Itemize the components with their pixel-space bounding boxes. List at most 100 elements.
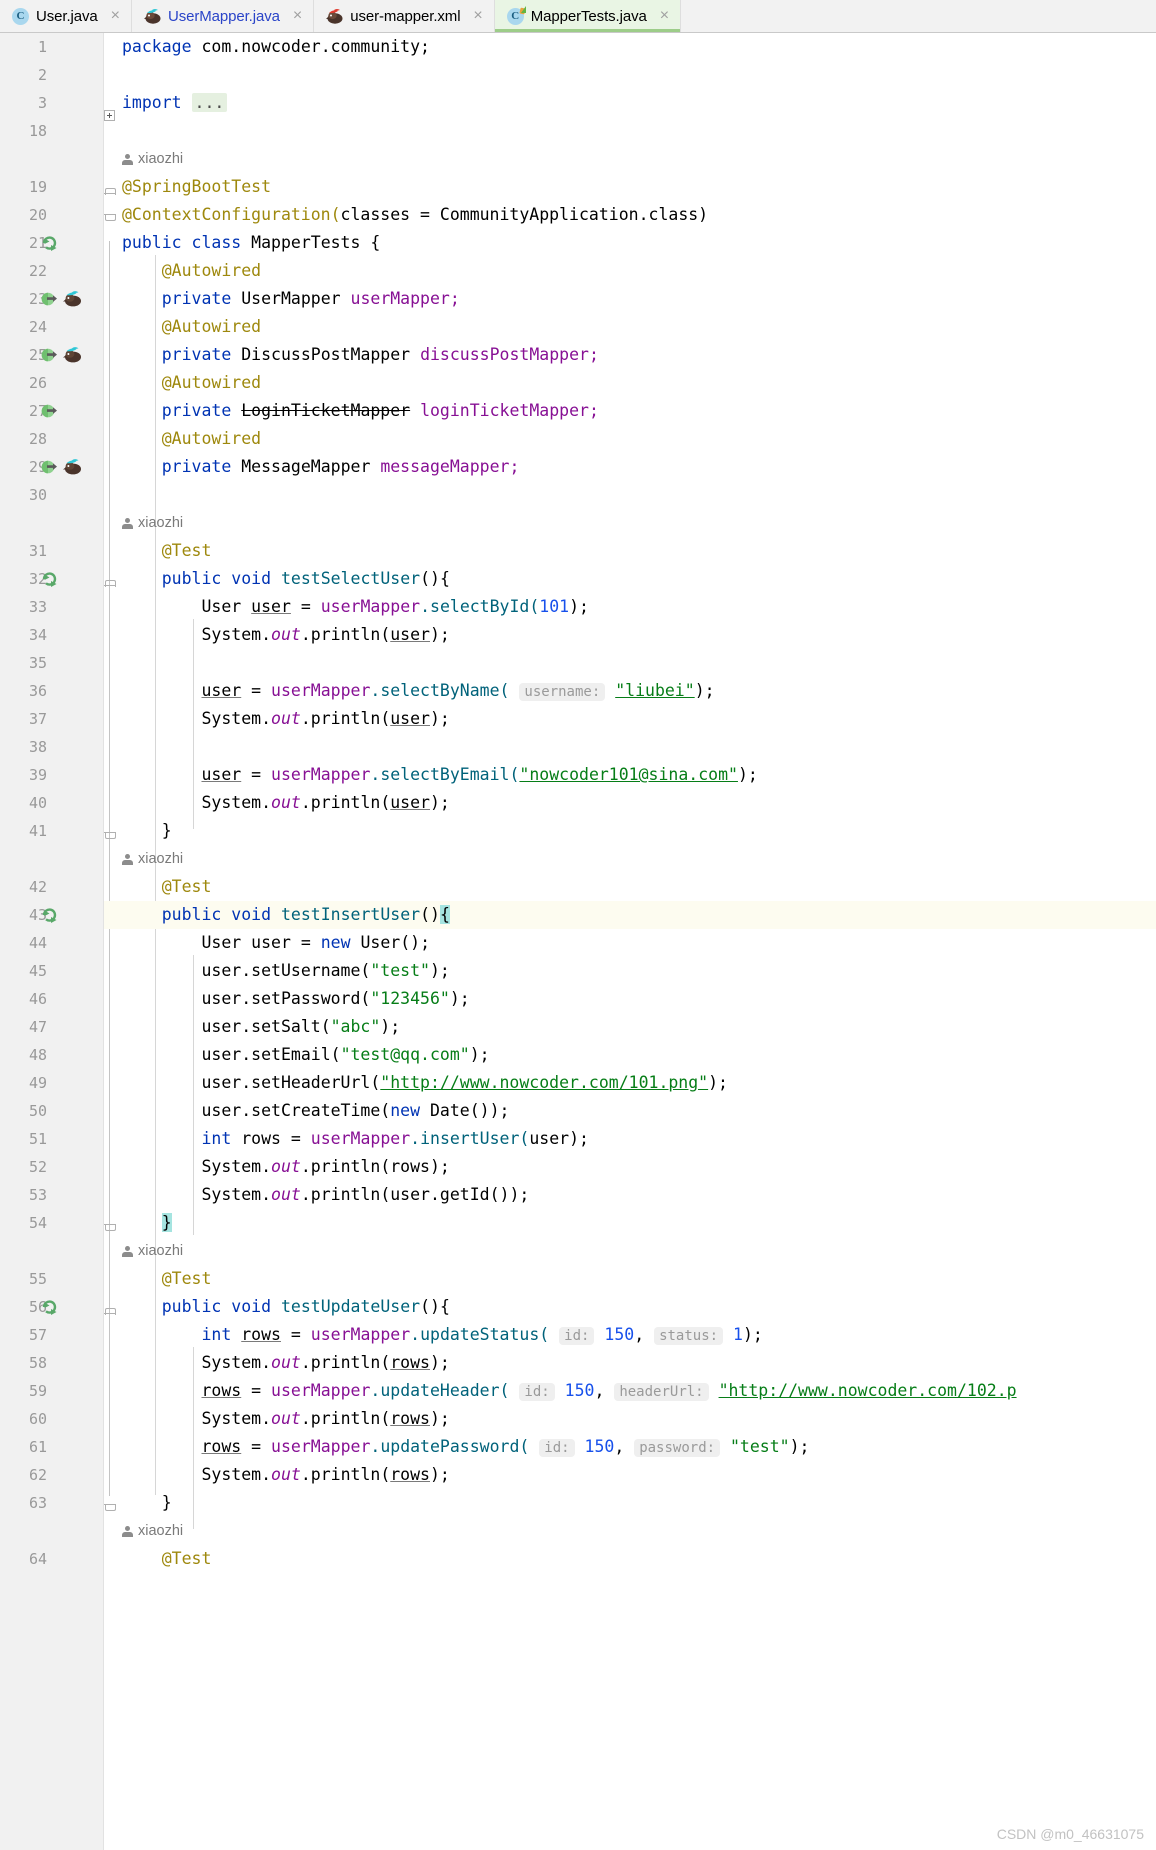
code-line[interactable]: User user = new User(); [122, 929, 430, 957]
code-line[interactable]: User user = userMapper.selectById(101); [122, 593, 589, 621]
tab-close-icon[interactable]: × [658, 8, 671, 24]
gutter-row[interactable] [0, 845, 103, 873]
code-row[interactable]: @SpringBootTest [104, 173, 1156, 201]
gutter-row[interactable]: 45 [0, 957, 103, 985]
code-row[interactable]: rows = userMapper.updatePassword( id: 15… [104, 1433, 1156, 1461]
code-row[interactable] [104, 61, 1156, 89]
code-row[interactable]: xiaozhi [104, 509, 1156, 537]
code-row[interactable]: package com.nowcoder.community; [104, 33, 1156, 61]
gutter-row[interactable]: 25 [0, 341, 103, 369]
gutter-row[interactable] [0, 145, 103, 173]
run-test-icon[interactable] [40, 906, 59, 925]
gutter-row[interactable]: 63 [0, 1489, 103, 1517]
gutter-row[interactable]: 29 [0, 453, 103, 481]
code-row[interactable]: user = userMapper.selectByEmail("nowcode… [104, 761, 1156, 789]
code-row[interactable]: public void testInsertUser(){ [104, 901, 1156, 929]
gutter-row[interactable]: 47 [0, 1013, 103, 1041]
gutter-row[interactable]: 51 [0, 1125, 103, 1153]
line-number[interactable]: 35 [0, 649, 103, 677]
code-row[interactable]: } [104, 1489, 1156, 1517]
code-line[interactable]: @Test [122, 537, 212, 565]
line-number[interactable]: 48 [0, 1041, 103, 1069]
gutter-row[interactable]: 43 [0, 901, 103, 929]
mybatis-bird-icon[interactable] [63, 346, 82, 365]
code-line[interactable]: System.out.println(user); [122, 621, 449, 649]
line-number[interactable]: 63 [0, 1489, 103, 1517]
code-line[interactable]: rows = userMapper.updateHeader( id: 150,… [122, 1377, 1017, 1405]
code-line[interactable]: System.out.println(rows); [122, 1349, 449, 1377]
code-line[interactable]: private MessageMapper messageMapper; [122, 453, 520, 481]
code-row[interactable]: xiaozhi [104, 1237, 1156, 1265]
gutter-row[interactable]: 20 [0, 201, 103, 229]
code-row[interactable]: xiaozhi [104, 1517, 1156, 1545]
gutter-row[interactable]: 22 [0, 257, 103, 285]
line-number[interactable]: 59 [0, 1377, 103, 1405]
code-row[interactable]: @ContextConfiguration(classes = Communit… [104, 201, 1156, 229]
navigate-implementation-icon[interactable] [40, 346, 59, 365]
code-row[interactable]: System.out.println(rows); [104, 1461, 1156, 1489]
code-line[interactable]: int rows = userMapper.insertUser(user); [122, 1125, 589, 1153]
gutter-row[interactable]: 46 [0, 985, 103, 1013]
code-line[interactable]: @Autowired [122, 369, 261, 397]
gutter-row[interactable]: 2 [0, 61, 103, 89]
gutter-row[interactable]: 18 [0, 117, 103, 145]
code-row[interactable]: user.setCreateTime(new Date()); [104, 1097, 1156, 1125]
tab-close-icon[interactable]: × [291, 8, 304, 24]
code-row[interactable]: private MessageMapper messageMapper; [104, 453, 1156, 481]
line-number[interactable]: 58 [0, 1349, 103, 1377]
code-line[interactable]: } [122, 1489, 172, 1517]
line-number[interactable]: 28 [0, 425, 103, 453]
gutter-row[interactable]: 31 [0, 537, 103, 565]
line-number[interactable]: 26 [0, 369, 103, 397]
code-line[interactable]: System.out.println(user); [122, 789, 449, 817]
code-line[interactable]: user.setHeaderUrl("http://www.nowcoder.c… [122, 1069, 728, 1097]
gutter-row[interactable]: 21 [0, 229, 103, 257]
code-line[interactable]: @Autowired [122, 425, 261, 453]
gutter-row[interactable]: 59 [0, 1377, 103, 1405]
gutter-row[interactable]: 44 [0, 929, 103, 957]
code-row[interactable]: @Autowired [104, 369, 1156, 397]
code-row[interactable]: System.out.println(user); [104, 705, 1156, 733]
gutter-row[interactable]: 57 [0, 1321, 103, 1349]
tab-user-mapper-xml[interactable]: user-mapper.xml × [314, 0, 495, 32]
gutter-row[interactable]: 36 [0, 677, 103, 705]
gutter-row[interactable]: 28 [0, 425, 103, 453]
line-number[interactable]: 60 [0, 1405, 103, 1433]
line-number[interactable]: 37 [0, 705, 103, 733]
gutter-row[interactable]: 32 [0, 565, 103, 593]
line-number[interactable]: 64 [0, 1545, 103, 1573]
gutter-row[interactable] [0, 1517, 103, 1545]
code-row[interactable]: System.out.println(rows); [104, 1349, 1156, 1377]
code-line[interactable]: public void testUpdateUser(){ [122, 1293, 450, 1321]
line-number[interactable]: 53 [0, 1181, 103, 1209]
code-line[interactable]: import ... [122, 89, 228, 117]
gutter-row[interactable]: 64 [0, 1545, 103, 1573]
code-line[interactable]: System.out.println(rows); [122, 1461, 449, 1489]
gutter-row[interactable]: 49 [0, 1069, 103, 1097]
gutter-row[interactable]: 62 [0, 1461, 103, 1489]
line-number[interactable]: 3 [0, 89, 103, 117]
tab-usermapper-java[interactable]: UserMapper.java × [132, 0, 315, 32]
gutter-row[interactable] [0, 1237, 103, 1265]
gutter-row[interactable]: 33 [0, 593, 103, 621]
code-row[interactable]: import ... [104, 89, 1156, 117]
tab-close-icon[interactable]: × [109, 8, 122, 24]
gutter-row[interactable] [0, 509, 103, 537]
gutter-row[interactable]: 52 [0, 1153, 103, 1181]
code-row[interactable]: @Autowired [104, 313, 1156, 341]
code-line[interactable]: private LoginTicketMapper loginTicketMap… [122, 397, 599, 425]
gutter-icons[interactable] [40, 285, 82, 313]
code-row[interactable]: xiaozhi [104, 145, 1156, 173]
code-line[interactable]: user.setEmail("test@qq.com"); [122, 1041, 489, 1069]
gutter-row[interactable]: 50 [0, 1097, 103, 1125]
gutter-row[interactable]: 60 [0, 1405, 103, 1433]
code-line[interactable]: System.out.println(user.getId()); [122, 1181, 529, 1209]
code-line[interactable]: @SpringBootTest [122, 173, 271, 201]
gutter-row[interactable]: 54 [0, 1209, 103, 1237]
line-number[interactable]: 54 [0, 1209, 103, 1237]
tab-close-icon[interactable]: × [471, 8, 484, 24]
code-editor[interactable]: 1 2 3 18 19 20 21 22 23 24 25 26 27 28 29 30 31 32 33 34 35 3… [0, 33, 1156, 1850]
gutter-row[interactable]: 58 [0, 1349, 103, 1377]
code-row[interactable]: User user = userMapper.selectById(101); [104, 593, 1156, 621]
gutter-icons[interactable] [40, 565, 59, 593]
